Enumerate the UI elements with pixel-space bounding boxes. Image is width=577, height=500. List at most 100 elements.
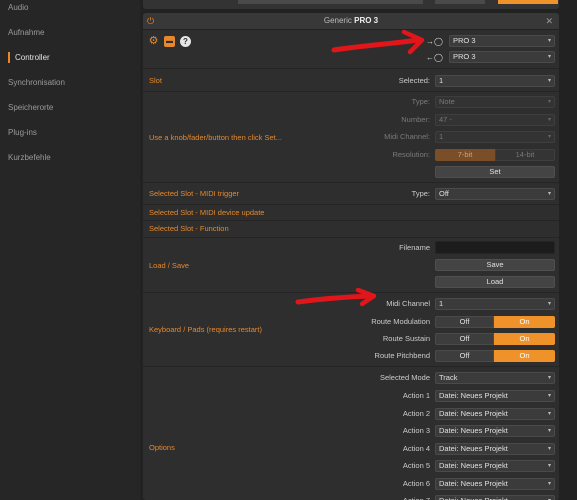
midi-output-select[interactable]: PRO 3 ▾ (449, 51, 555, 63)
learn-channel-select[interactable]: 1 ▾ (435, 131, 555, 143)
learn-type-label: Type: (411, 97, 430, 106)
section-midi-trigger: Selected Slot - MIDI trigger (149, 189, 240, 198)
cutoff-row (498, 0, 558, 4)
action-label: Action 4 (402, 444, 430, 453)
resolution-7bit-button[interactable]: 7-bit (435, 149, 495, 161)
midi-output-value: PRO 3 (453, 52, 476, 61)
action-select[interactable]: Datei: Neues Projekt ▾ (435, 390, 555, 402)
divider (143, 292, 559, 293)
learn-type-select[interactable]: Note ▾ (435, 96, 555, 108)
divider (143, 182, 559, 183)
action-select-value: Datei: Neues Projekt (439, 409, 508, 418)
filename-input[interactable] (435, 241, 555, 254)
route-modulation-label: Route Modulation (371, 317, 430, 326)
action-select-value: Datei: Neues Projekt (439, 426, 508, 435)
learn-channel-label: Midi Channel: (384, 132, 430, 141)
trigger-type-value: Off (439, 189, 449, 198)
learn-number-label: Number: (401, 115, 430, 124)
cutoff-row (238, 0, 423, 4)
action-select[interactable]: Datei: Neues Projekt ▾ (435, 425, 555, 437)
chevron-down-icon: ▾ (548, 496, 551, 500)
action-select[interactable]: Datei: Neues Projekt ▾ (435, 495, 555, 500)
section-learn: Use a knob/fader/button then click Set..… (149, 133, 282, 142)
chevron-down-icon: ▾ (547, 393, 551, 399)
action-select[interactable]: Datei: Neues Projekt ▾ (435, 408, 555, 420)
selected-mode-label: Selected Mode (379, 373, 430, 382)
divider (143, 366, 559, 367)
help-icon[interactable]: ? (180, 36, 191, 47)
action-select[interactable]: Datei: Neues Projekt ▾ (435, 443, 555, 455)
sidebar: Audio Aufnahme Controller Synchronisatio… (0, 0, 140, 500)
save-button[interactable]: Save (435, 259, 555, 271)
sidebar-item-speicherorte[interactable]: Speicherorte (8, 102, 53, 114)
chevron-down-icon: ▾ (547, 99, 551, 105)
learn-number-select[interactable]: 47 - ▾ (435, 114, 555, 126)
action-label: Action 6 (402, 479, 430, 488)
action-select[interactable]: Datei: Neues Projekt ▾ (435, 460, 555, 472)
divider (143, 237, 559, 238)
chevron-down-icon: ▾ (547, 134, 551, 140)
chat-icon[interactable]: ▬ (164, 36, 175, 47)
sidebar-item-controller[interactable]: Controller (15, 52, 50, 64)
action-label: Action 3 (402, 426, 430, 435)
sidebar-item-audio[interactable]: Audio (8, 2, 28, 14)
controller-vendor: Generic (323, 16, 352, 25)
filename-label: Filename (399, 243, 430, 252)
midi-channel-value: 1 (439, 299, 444, 308)
divider (143, 91, 559, 92)
chevron-down-icon: ▾ (547, 428, 551, 434)
action-label: Action 1 (402, 391, 430, 400)
chevron-down-icon: ▾ (547, 117, 551, 123)
learn-number-value: 47 - (439, 115, 452, 124)
route-modulation-on[interactable]: On (494, 316, 555, 328)
midi-input-value: PRO 3 (453, 36, 476, 45)
route-modulation-off[interactable]: Off (435, 316, 494, 328)
section-function: Selected Slot - Function (149, 224, 229, 233)
chevron-down-icon: ▾ (547, 191, 551, 197)
sidebar-active-indicator (8, 52, 10, 63)
chevron-down-icon: ▾ (547, 78, 551, 84)
midi-channel-select[interactable]: 1 ▾ (435, 298, 555, 310)
chevron-down-icon: ▾ (547, 38, 551, 44)
load-button[interactable]: Load (435, 276, 555, 288)
gear-icon[interactable]: ⚙ (148, 36, 159, 47)
midi-input-select[interactable]: PRO 3 ▾ (449, 35, 555, 47)
divider (143, 204, 559, 205)
selected-mode-select[interactable]: Track ▾ (435, 372, 555, 384)
action-select-value: Datei: Neues Projekt (439, 391, 508, 400)
route-pitchbend-label: Route Pitchbend (374, 351, 430, 360)
action-select-value: Datei: Neues Projekt (439, 461, 508, 470)
midi-in-icon: →◯ (426, 37, 443, 46)
sidebar-item-aufnahme[interactable]: Aufnahme (8, 27, 44, 39)
action-select[interactable]: Datei: Neues Projekt ▾ (435, 478, 555, 490)
route-pitchbend-on[interactable]: On (494, 350, 555, 362)
set-button[interactable]: Set (435, 166, 555, 178)
action-select-value: Datei: Neues Projekt (439, 479, 508, 488)
selected-label: Selected: (398, 76, 430, 85)
section-device-update: Selected Slot - MIDI device update (149, 208, 265, 217)
sidebar-item-synchronisation[interactable]: Synchronisation (8, 77, 65, 89)
route-sustain-on[interactable]: On (494, 333, 555, 345)
selected-mode-value: Track (439, 373, 458, 382)
action-label: Action 7 (403, 496, 430, 500)
slot-select[interactable]: 1 ▾ (435, 75, 555, 87)
trigger-type-select[interactable]: Off ▾ (435, 188, 555, 200)
controller-name: PRO 3 (354, 16, 379, 25)
route-sustain-off[interactable]: Off (435, 333, 494, 345)
slot-select-value: 1 (439, 76, 444, 85)
chevron-down-icon: ▾ (547, 446, 551, 452)
learn-channel-value: 1 (439, 132, 444, 141)
route-sustain-label: Route Sustain (382, 334, 430, 343)
chevron-down-icon: ▾ (547, 301, 551, 307)
chevron-down-icon: ▾ (547, 375, 551, 381)
route-pitchbend-off[interactable]: Off (435, 350, 494, 362)
action-select-value: Datei: Neues Projekt (439, 496, 508, 500)
sidebar-item-plugins[interactable]: Plug-ins (8, 127, 37, 139)
close-icon[interactable]: ✕ (545, 16, 553, 26)
previous-controller-panel (143, 0, 559, 9)
action-select-value: Datei: Neues Projekt (439, 444, 508, 453)
resolution-14bit-button[interactable]: 14-bit (495, 149, 555, 161)
cutoff-row (435, 0, 485, 4)
section-slot: Slot (149, 76, 162, 85)
sidebar-item-kurzbefehle[interactable]: Kurzbefehle (8, 152, 51, 164)
